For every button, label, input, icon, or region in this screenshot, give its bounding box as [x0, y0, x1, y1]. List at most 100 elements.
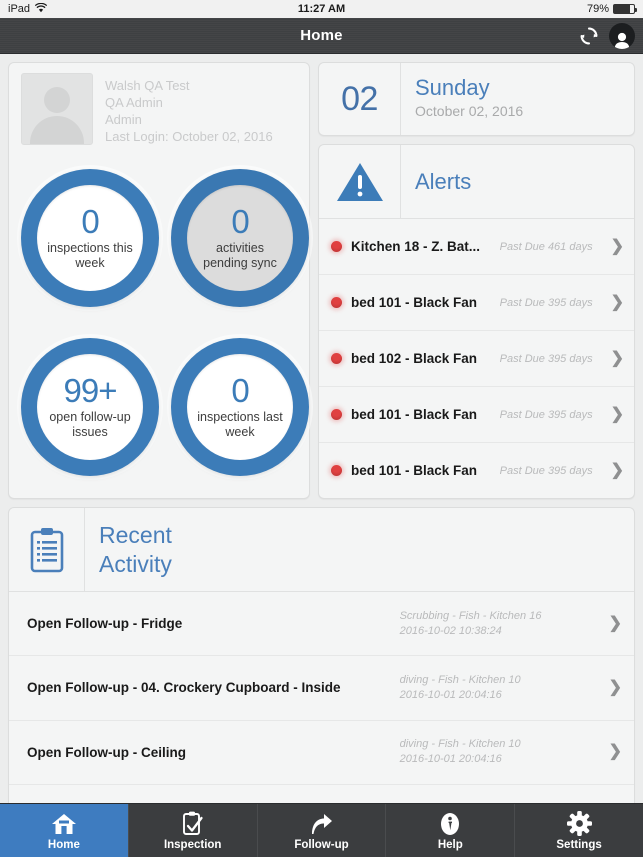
tab-help[interactable]: Help — [386, 804, 516, 857]
gauge-value: 0 — [231, 372, 249, 410]
alert-due: Past Due 461 days — [499, 240, 593, 253]
alerts-header: Alerts — [319, 145, 634, 219]
gauge-label: activities pending sync — [203, 240, 277, 270]
clipboard-icon — [9, 508, 85, 591]
dashboard-top-row: Walsh QA Test QA Admin Admin Last Login:… — [8, 62, 635, 499]
kpi-gauges: 0 inspections this week 0 activities pen… — [9, 151, 309, 498]
alert-due: Past Due 395 days — [499, 296, 593, 309]
chevron-right-icon: ❯ — [610, 405, 624, 423]
gauge-value: 99+ — [63, 372, 118, 410]
dashboard-content: Walsh QA Test QA Admin Admin Last Login:… — [0, 54, 643, 857]
gauge-label: inspections this week — [47, 240, 133, 270]
alert-row[interactable]: Kitchen 18 - Z. Bat... Past Due 461 days… — [319, 219, 634, 275]
activity-name: Open Follow-up - Fridge — [27, 616, 183, 632]
alert-name: bed 102 - Black Fan — [351, 351, 478, 366]
recent-activity-title-line1: Recent — [99, 521, 172, 548]
account-avatar-icon[interactable] — [609, 22, 635, 49]
status-bar-left: iPad — [8, 2, 48, 16]
gauge-value: 0 — [231, 202, 249, 240]
bottom-tab-bar: Home Inspection Follow-up Help Settings — [0, 803, 643, 857]
page-title: Home — [300, 27, 343, 44]
chevron-right-icon: ❯ — [610, 237, 624, 255]
user-placeholder-avatar — [21, 73, 93, 145]
device-label: iPad — [8, 3, 31, 15]
tab-settings[interactable]: Settings — [515, 804, 643, 857]
warning-triangle-icon — [319, 145, 401, 218]
wifi-icon — [34, 2, 48, 16]
red-status-dot — [331, 297, 342, 308]
recent-activity-card: Recent Activity Open Follow-up - Fridge … — [8, 507, 635, 849]
activity-meta: diving - Fish - Kitchen 10 2016-10-01 20… — [400, 673, 600, 703]
tab-inspection[interactable]: Inspection — [129, 804, 258, 857]
user-org: QA Admin — [105, 95, 163, 110]
alert-name: bed 101 - Black Fan — [351, 295, 478, 310]
activity-row[interactable]: Open Follow-up - Fridge Scrubbing - Fish… — [9, 592, 634, 657]
activity-source: diving - Fish - Kitchen 10 — [399, 673, 521, 686]
user-role: Admin — [105, 112, 142, 127]
activity-row[interactable]: Open Follow-up - 04. Crockery Cupboard -… — [9, 656, 634, 721]
gauge-inspections-last-week[interactable]: 0 inspections last week — [165, 332, 315, 482]
red-status-dot — [331, 409, 342, 420]
tab-label: Home — [47, 838, 80, 851]
battery-icon — [613, 4, 637, 14]
alert-row[interactable]: bed 102 - Black Fan Past Due 395 days ❯ — [319, 331, 634, 387]
user-last-login: Last Login: October 02, 2016 — [105, 129, 273, 144]
user-details: Walsh QA Test QA Admin Admin Last Login:… — [105, 73, 273, 145]
alert-due: Past Due 395 days — [499, 352, 593, 365]
right-column: 02 Sunday October 02, 2016 Alerts Kitche… — [318, 62, 635, 499]
gear-icon — [566, 811, 592, 837]
gauge-activities-pending-sync[interactable]: 0 activities pending sync — [165, 163, 315, 313]
activity-meta: diving - Fish - Kitchen 10 2016-10-01 20… — [400, 737, 600, 767]
date-card: 02 Sunday October 02, 2016 — [318, 62, 635, 136]
clipboard-check-icon — [182, 811, 204, 837]
alert-row[interactable]: bed 101 - Black Fan Past Due 395 days ❯ — [319, 387, 634, 443]
status-bar-right: 79% — [586, 3, 637, 15]
activity-timestamp: 2016-10-01 20:04:16 — [399, 753, 502, 766]
summary-panel: Walsh QA Test QA Admin Admin Last Login:… — [8, 62, 310, 499]
alert-due: Past Due 395 days — [499, 408, 593, 421]
date-full: October 02, 2016 — [415, 103, 524, 119]
recent-activity-title: Recent Activity — [85, 508, 172, 591]
gauge-label: open follow-up issues — [49, 410, 131, 440]
user-profile[interactable]: Walsh QA Test QA Admin Admin Last Login:… — [9, 63, 309, 151]
activity-timestamp: 2016-10-02 10:38:24 — [399, 624, 502, 637]
date-text: Sunday October 02, 2016 — [401, 63, 523, 135]
user-name: Walsh QA Test — [105, 78, 190, 93]
tab-home[interactable]: Home — [0, 804, 129, 857]
activity-source: Scrubbing - Fish - Kitchen 16 — [399, 609, 542, 622]
gauge-value: 0 — [81, 202, 99, 240]
activity-timestamp: 2016-10-01 20:04:16 — [399, 688, 502, 701]
gauge-label: inspections last week — [197, 410, 283, 440]
activity-row[interactable]: Open Follow-up - Ceiling diving - Fish -… — [9, 721, 634, 785]
alert-row[interactable]: bed 101 - Black Fan Past Due 395 days ❯ — [319, 275, 634, 331]
alert-name: bed 101 - Black Fan — [351, 407, 478, 422]
tab-followup[interactable]: Follow-up — [258, 804, 387, 857]
chevron-right-icon: ❯ — [610, 461, 624, 479]
alert-due: Past Due 395 days — [499, 464, 593, 477]
recent-activity-title-line2: Activity — [99, 550, 172, 577]
red-status-dot — [331, 241, 342, 252]
alert-name: Kitchen 18 - Z. Bat... — [351, 239, 481, 254]
alerts-title: Alerts — [415, 168, 472, 194]
activity-source: diving - Fish - Kitchen 10 — [399, 738, 521, 751]
date-weekday: Sunday — [415, 75, 490, 100]
tab-label: Help — [437, 838, 463, 851]
battery-percent-label: 79% — [586, 3, 609, 15]
info-icon — [439, 811, 461, 837]
chevron-right-icon: ❯ — [610, 349, 624, 367]
home-icon — [51, 811, 77, 837]
alert-row[interactable]: bed 101 - Black Fan Past Due 395 days ❯ — [319, 443, 634, 498]
recent-activity-header: Recent Activity — [9, 508, 634, 592]
chevron-right-icon: ❯ — [608, 614, 622, 632]
sync-icon[interactable] — [575, 22, 603, 50]
chevron-right-icon: ❯ — [608, 678, 622, 696]
gauge-open-followup-issues[interactable]: 99+ open follow-up issues — [15, 332, 165, 482]
forward-arrow-icon — [308, 811, 334, 837]
tab-label: Follow-up — [294, 838, 349, 851]
alert-name: bed 101 - Black Fan — [351, 463, 478, 478]
alerts-list: Kitchen 18 - Z. Bat... Past Due 461 days… — [319, 219, 634, 498]
chevron-right-icon: ❯ — [610, 293, 624, 311]
activity-name: Open Follow-up - Ceiling — [27, 744, 186, 760]
gauge-inspections-this-week[interactable]: 0 inspections this week — [15, 163, 165, 313]
tab-label: Settings — [556, 838, 602, 851]
